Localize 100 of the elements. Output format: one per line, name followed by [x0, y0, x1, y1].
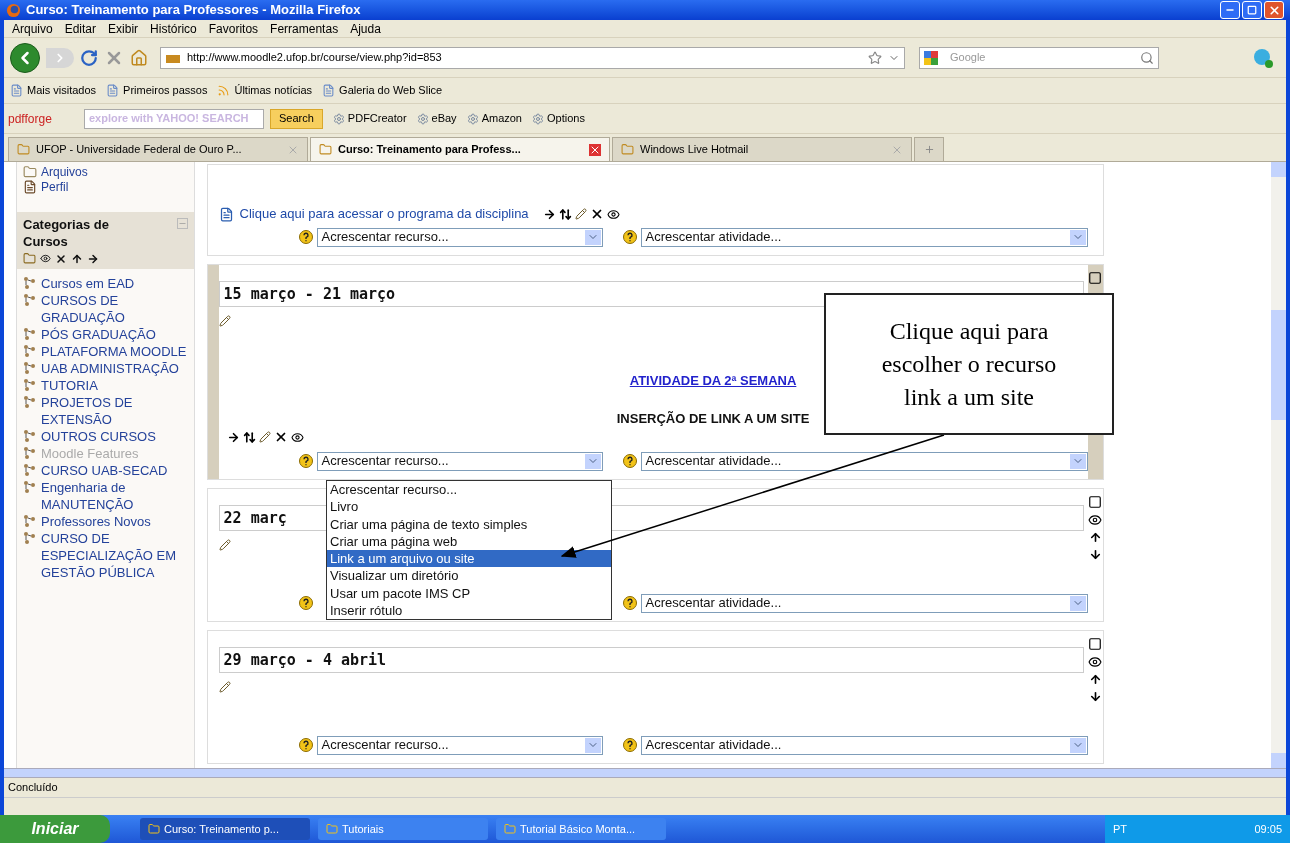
help-icon[interactable]: [622, 454, 637, 468]
taskbar-task[interactable]: Tutorial Básico Monta...: [496, 818, 666, 840]
eye-icon[interactable]: [1088, 655, 1103, 669]
dropdown-option[interactable]: Inserir rótulo: [327, 602, 611, 620]
category-link[interactable]: TUTORIA: [41, 377, 98, 394]
help-icon[interactable]: [622, 230, 637, 244]
bookmark-link[interactable]: Galeria do Web Slice: [339, 82, 443, 99]
menu-item[interactable]: Ajuda: [350, 19, 381, 38]
toolbar-link[interactable]: Options: [547, 110, 585, 127]
move-up-icon[interactable]: [1088, 531, 1102, 544]
eye-icon[interactable]: [606, 207, 620, 221]
category-link[interactable]: UAB ADMINISTRAÇÃO: [41, 360, 179, 377]
move-right-icon[interactable]: [226, 430, 240, 444]
help-icon[interactable]: [298, 230, 313, 244]
bookmark-link[interactable]: Mais visitados: [27, 82, 97, 99]
bookmark-link[interactable]: Últimas notícias: [234, 82, 313, 99]
edit-summary-icon[interactable]: [218, 539, 231, 551]
search-icon[interactable]: [1140, 50, 1154, 65]
toolbar-link[interactable]: PDFCreator: [347, 110, 407, 127]
move-up-icon[interactable]: [71, 252, 83, 265]
move-right-icon[interactable]: [87, 252, 99, 265]
toolbar-search-button[interactable]: Search: [270, 108, 323, 129]
move-down-icon[interactable]: [1088, 548, 1102, 561]
resource-select[interactable]: Acrescentar recurso...: [316, 735, 603, 755]
minimize-button[interactable]: [1220, 1, 1240, 19]
dropdown-option[interactable]: Usar um pacote IMS CP: [327, 584, 611, 603]
close-tab-icon[interactable]: [589, 143, 601, 156]
category-link[interactable]: PÓS GRADUAÇÃO: [41, 326, 156, 343]
taskbar-task[interactable]: Tutoriais: [318, 818, 488, 840]
browser-tab[interactable]: Curso: Treinamento para Profess...: [310, 137, 610, 161]
search-engine-icon: [924, 50, 938, 65]
toolbar-link[interactable]: Amazon: [481, 110, 522, 127]
help-icon[interactable]: [298, 596, 313, 610]
resource-select[interactable]: Acrescentar recurso...: [316, 227, 603, 247]
highlight-icon[interactable]: [1088, 271, 1103, 285]
browser-tab[interactable]: Windows Live Hotmail: [612, 137, 912, 161]
menu-item[interactable]: Favoritos: [208, 19, 259, 38]
bookmark-star-icon[interactable]: [868, 50, 882, 65]
bookmark-link[interactable]: Primeiros passos: [123, 82, 208, 99]
reload-icon[interactable]: [80, 48, 98, 67]
syllabus-link[interactable]: Clique aqui para acessar o programa da disciplina: [239, 204, 529, 224]
dropdown-option[interactable]: Link a um arquivo ou site: [327, 550, 611, 568]
category-link[interactable]: CURSOS DE GRADUAÇÃO: [41, 292, 192, 326]
move-down-icon[interactable]: [1088, 690, 1102, 703]
help-icon[interactable]: [298, 454, 313, 468]
move-icon[interactable]: [558, 207, 572, 221]
back-button[interactable]: [10, 42, 40, 73]
edit-summary-icon[interactable]: [218, 315, 231, 327]
edit-icon[interactable]: [574, 208, 587, 220]
category-link[interactable]: PLATAFORMA MOODLE: [41, 343, 187, 360]
category-link[interactable]: Cursos em EAD: [41, 275, 135, 292]
menu-item[interactable]: Exibir: [108, 19, 139, 38]
start-button[interactable]: Iniciar: [0, 815, 110, 843]
category-link[interactable]: Professores Novos: [41, 513, 151, 530]
page-icon: [10, 84, 23, 97]
menu-item[interactable]: Arquivo: [12, 19, 53, 38]
maximize-button[interactable]: [1242, 1, 1262, 19]
eye-icon[interactable]: [290, 430, 304, 444]
menu-item[interactable]: Editar: [64, 19, 97, 38]
dropdown-option[interactable]: Criar uma página de texto simples: [327, 515, 611, 533]
caret-icon: [584, 229, 601, 245]
move-up-icon[interactable]: [1088, 673, 1102, 686]
move-icon[interactable]: [242, 430, 256, 444]
dropdown-option[interactable]: Visualizar um diretório: [327, 567, 611, 585]
activity-select[interactable]: Acrescentar atividade...: [640, 593, 1088, 613]
help-icon[interactable]: [622, 738, 637, 752]
browser-tab[interactable]: UFOP - Universidade Federal de Ouro P...: [8, 137, 308, 161]
activity-select[interactable]: Acrescentar atividade...: [640, 735, 1088, 755]
clock: 09:05: [1254, 821, 1282, 837]
help-icon[interactable]: [622, 596, 637, 610]
highlight-icon[interactable]: [1088, 637, 1103, 651]
activity-select[interactable]: Acrescentar atividade...: [640, 451, 1088, 471]
eye-icon[interactable]: [40, 253, 51, 264]
category-link[interactable]: PROJETOS DE EXTENSÃO: [41, 394, 192, 428]
category-link[interactable]: CURSO DE ESPECIALIZAÇÃO EM GESTÃO PÚBLICA: [41, 530, 192, 581]
delete-icon[interactable]: [55, 252, 67, 265]
address-field[interactable]: http://www.moodle2.ufop.br/course/view.php?id=853: [160, 46, 905, 69]
category-link[interactable]: Engenharia de MANUTENÇÃO: [41, 479, 192, 513]
activity-link[interactable]: ATIVIDADE DA 2ª SEMANA: [629, 371, 797, 391]
highlight-icon[interactable]: [1088, 495, 1103, 509]
category-link[interactable]: CURSO UAB-SECAD: [41, 462, 168, 479]
close-button[interactable]: [1264, 1, 1284, 19]
edit-icon[interactable]: [258, 431, 271, 443]
resource-select[interactable]: Acrescentar recurso...: [316, 451, 603, 471]
menu-item[interactable]: Histórico: [150, 19, 197, 38]
activity-select[interactable]: Acrescentar atividade...: [640, 227, 1088, 247]
category-link[interactable]: OUTROS CURSOS: [41, 428, 156, 445]
help-icon[interactable]: [298, 738, 313, 752]
vertical-scrollbar[interactable]: [1271, 162, 1286, 768]
eye-icon[interactable]: [1088, 513, 1103, 527]
caret-icon: [1069, 229, 1086, 245]
move-right-icon[interactable]: [542, 207, 556, 221]
dropdown-option[interactable]: Acrescentar recurso...: [327, 481, 611, 499]
toolbar-brand[interactable]: pdfforge: [8, 109, 78, 128]
menu-item[interactable]: Ferramentas: [270, 19, 339, 38]
horizontal-scrollbar[interactable]: [4, 768, 1286, 778]
dropdown-option[interactable]: Criar uma página web: [327, 532, 611, 551]
taskbar-task[interactable]: Curso: Treinamento p...: [140, 818, 310, 840]
toolbar-link[interactable]: eBay: [431, 110, 457, 127]
edit-summary-icon[interactable]: [218, 681, 231, 693]
